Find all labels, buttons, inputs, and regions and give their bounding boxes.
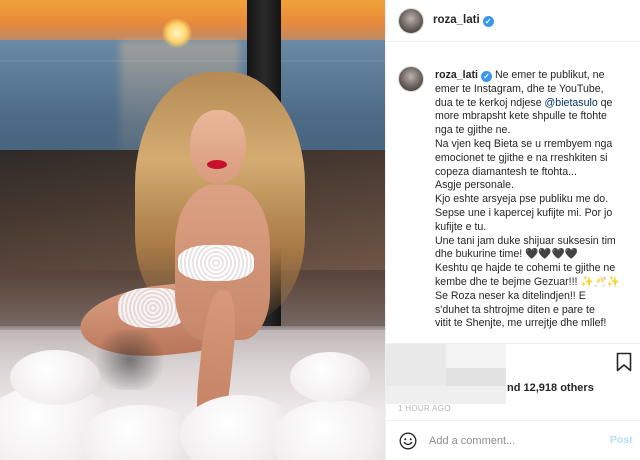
post-header: roza_lati ✓ <box>386 0 640 42</box>
photo-foam <box>290 352 370 402</box>
emoji-smile-icon[interactable] <box>399 432 417 450</box>
caption-line: emer te Instagram, dhe te YouTube, <box>435 82 604 95</box>
caption-line: copeza diamantesh te ftohta... <box>435 165 577 178</box>
photo-tattoo <box>90 330 170 390</box>
photo-sun <box>162 18 192 48</box>
blurred-region <box>386 344 446 386</box>
likes-count[interactable]: nd 12,918 others <box>507 382 594 394</box>
photo-face <box>190 110 246 184</box>
caption-line: more mbrapsht kete shpulle te ftohte <box>435 110 607 123</box>
header-username-text[interactable]: roza_lati <box>433 14 480 26</box>
caption-line: Sepse une i kapercej kufijte mi. Por jo <box>435 206 613 219</box>
post-sidebar: roza_lati ✓ roza_lati ✓ Ne emer te publiku… <box>385 0 640 460</box>
post-photo <box>0 0 385 460</box>
caption-line: s'duhet ta shtrojme diten e pare te <box>435 303 595 316</box>
caption-avatar[interactable] <box>398 66 424 92</box>
post-comment-button[interactable]: Post <box>610 434 633 446</box>
caption-line: Na vjen keq Bieta se u rrembyem nga <box>435 137 613 150</box>
blurred-region <box>386 386 506 404</box>
bookmark-icon[interactable] <box>616 352 632 372</box>
post-timestamp[interactable]: 1 HOUR AGO <box>398 404 451 413</box>
verified-badge-icon: ✓ <box>482 16 494 27</box>
caption-line: kufijte e tu. <box>435 220 487 233</box>
caption-username[interactable]: roza_lati <box>435 69 478 81</box>
caption-line: Keshtu qe hajde te cohemi te gjithe ne <box>435 262 616 275</box>
caption-line: dua te te kerkoj ndjese <box>435 96 545 109</box>
caption-line: Asgje personale. <box>435 179 514 192</box>
header-username[interactable]: roza_lati ✓ <box>433 14 494 27</box>
photo-lingerie-top <box>178 245 254 281</box>
caption-line: Ne emer te publikut, ne <box>494 69 605 81</box>
comment-bar: Post <box>386 420 640 460</box>
photo-lips <box>207 160 227 169</box>
mention-link[interactable]: @bietasulo <box>545 97 598 109</box>
verified-badge-icon: ✓ <box>480 71 492 82</box>
comment-input[interactable] <box>429 432 589 450</box>
caption-line: nga te gjithe ne. <box>435 124 511 137</box>
caption-line: kembe dhe te bejme Gezuar!!! ✨🥂✨ <box>435 275 621 288</box>
caption-line: vitit te Shenjte, me urrejtje dhe mllef! <box>435 317 607 330</box>
photo-window-frame <box>0 60 385 62</box>
caption-line: emocionet te gjithe e na rreshkiten si <box>435 151 608 164</box>
photo-foam <box>10 350 100 405</box>
caption-line: Kjo eshte arsyeja pse publiku me do. <box>435 193 609 206</box>
likes-section: nd 12,918 others 1 HOUR AGO <box>386 343 640 413</box>
post-caption: roza_lati ✓ Ne emer te publikut, ne emer … <box>435 69 635 331</box>
caption-line: Une tani jam duke shijuar suksesin tim <box>435 234 616 247</box>
caption-line: dhe bukurine time! 🖤🖤🖤🖤 <box>435 248 578 261</box>
caption-fragment: qe <box>597 96 613 109</box>
caption-line: Se Roza neser ka ditelindjen!! E <box>435 289 586 302</box>
blurred-region <box>446 368 506 386</box>
avatar[interactable] <box>398 8 424 34</box>
